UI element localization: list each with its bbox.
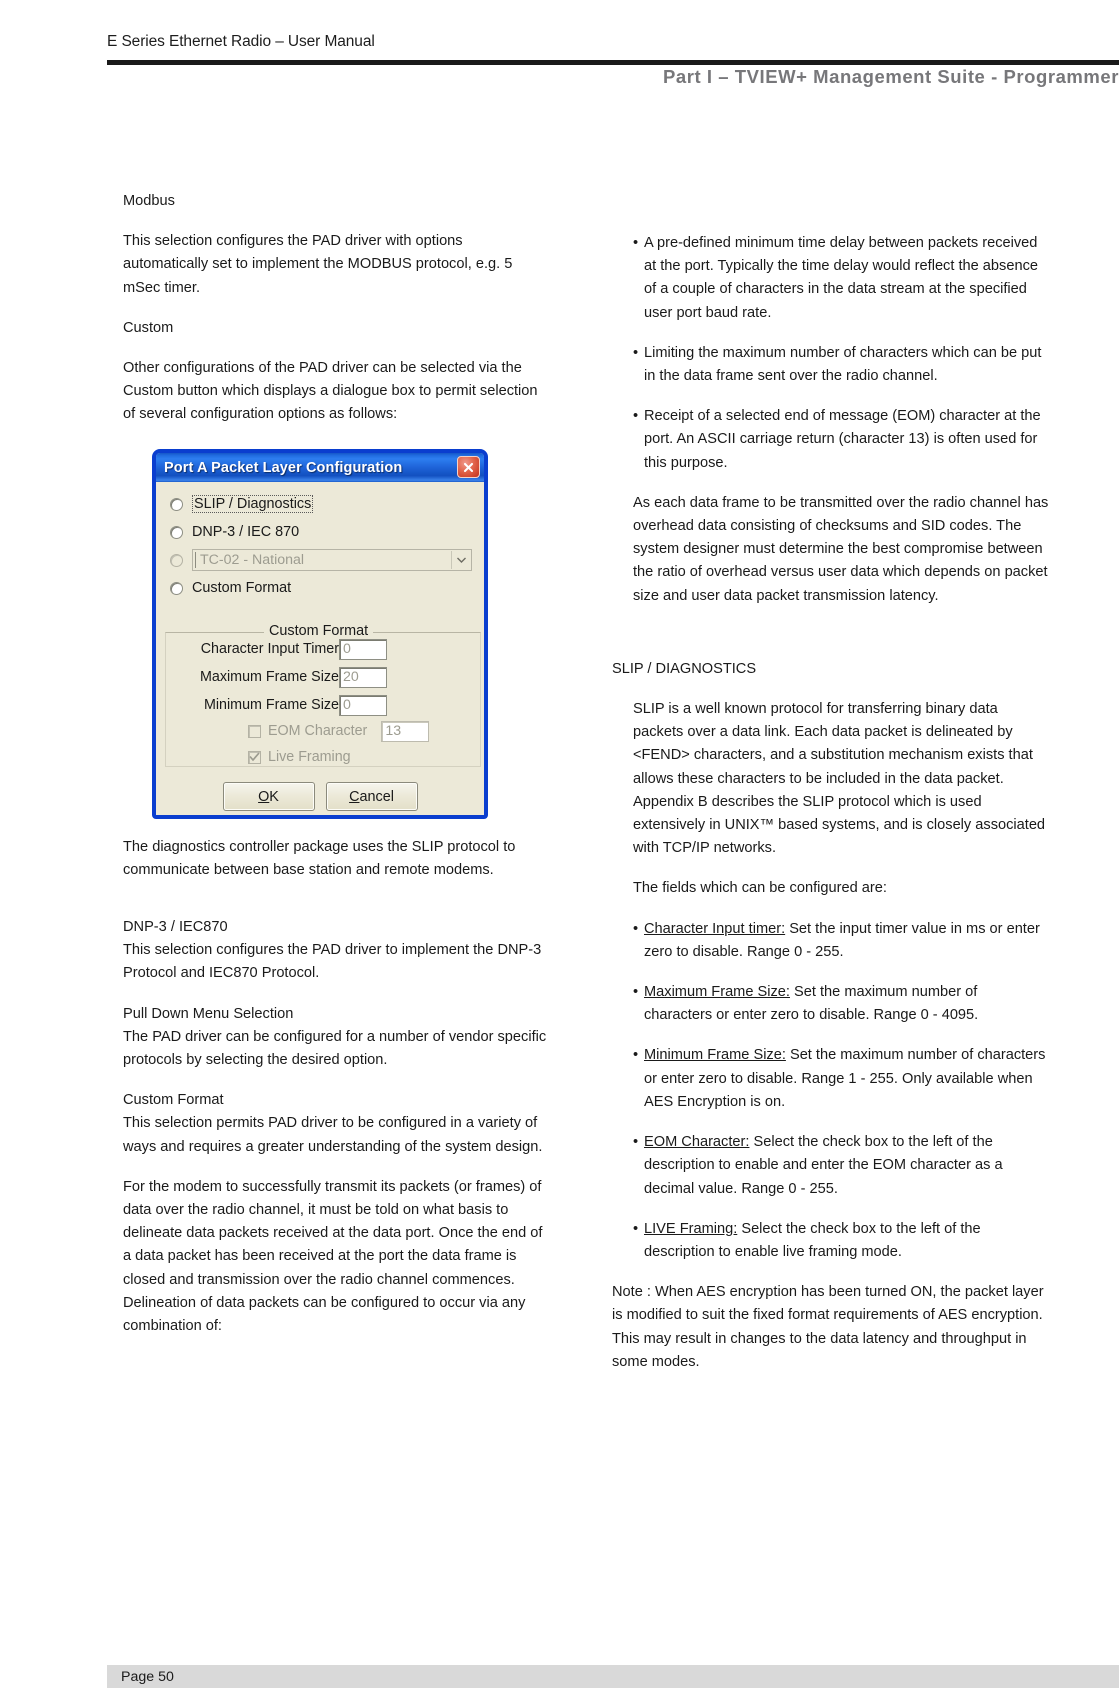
list-item: • Limiting the maximum number of charact…	[612, 342, 1049, 388]
eom-character-input[interactable]: 13	[381, 720, 430, 742]
minimum-frame-size-label: Minimum Frame Size	[203, 697, 339, 713]
bullet-icon: •	[633, 344, 639, 361]
field-term: Maximum Frame Size:	[644, 984, 790, 1001]
field-bullet: LIVE Framing: Select the check box to th…	[644, 1218, 1049, 1264]
maximum-frame-size-input[interactable]: 20	[339, 666, 387, 688]
list-item: • Minimum Frame Size: Set the maximum nu…	[612, 1044, 1049, 1114]
radio-option-custom-format[interactable]: Custom Format	[156, 574, 484, 602]
modem-paragraph: For the modem to successfully transmit i…	[123, 1178, 543, 1335]
ok-rest: K	[269, 788, 279, 805]
header-divider	[107, 60, 1119, 65]
field-bullet: Minimum Frame Size: Set the maximum numb…	[644, 1044, 1049, 1114]
maximum-frame-size-label: Maximum Frame Size	[199, 669, 339, 685]
right-column: • A pre-defined minimum time delay betwe…	[612, 232, 1049, 1391]
eom-character-row[interactable]: EOM Character 13	[166, 719, 480, 743]
field-term: Minimum Frame Size:	[644, 1047, 786, 1064]
text-caret	[195, 552, 196, 568]
radio-icon-vendor[interactable]	[170, 553, 183, 567]
live-framing-row[interactable]: Live Framing	[166, 745, 480, 769]
customformat-paragraph: This selection permits PAD driver to be …	[123, 1115, 543, 1155]
part-title: Part I – TVIEW+ Management Suite - Progr…	[662, 66, 1119, 87]
page-footer: Page 50	[107, 1665, 1119, 1688]
pulldown-heading: Pull Down Menu Selection	[123, 1005, 294, 1022]
radio-label-dnp3: DNP-3 / IEC 870	[192, 524, 300, 540]
dnp3-heading: DNP-3 / IEC870	[123, 919, 228, 936]
dialog-body: SLIP / Diagnostics DNP-3 / IEC 870 TC-02…	[156, 482, 484, 818]
fields-intro-paragraph: The fields which can be configured are:	[633, 880, 887, 897]
bullet-icon: •	[633, 1047, 639, 1064]
bullet-icon: •	[633, 1220, 639, 1237]
live-framing-checkbox[interactable]	[248, 750, 261, 764]
radio-option-slip-diagnostics[interactable]: SLIP / Diagnostics	[156, 490, 484, 518]
cancel-rest: ancel	[359, 788, 394, 805]
aes-note-paragraph: Note : When AES encryption has been turn…	[612, 1284, 1044, 1370]
cancel-accel: C	[349, 788, 360, 805]
list-item: • Receipt of a selected end of message (…	[612, 405, 1049, 475]
field-bullet: Character Input timer: Set the input tim…	[644, 918, 1049, 964]
field-term: LIVE Framing:	[644, 1220, 738, 1237]
list-item: • Character Input timer: Set the input t…	[612, 918, 1049, 964]
chevron-down-icon[interactable]	[451, 551, 470, 569]
bullet-icon: •	[633, 1134, 639, 1151]
eom-character-label: EOM Character	[268, 723, 368, 739]
list-item: • EOM Character: Select the check box to…	[612, 1131, 1049, 1201]
eom-character-checkbox[interactable]	[248, 724, 261, 738]
custom-format-groupbox: Custom Format Character Input Timer 0 Ma…	[165, 623, 481, 769]
modbus-paragraph: This selection configures the PAD driver…	[123, 233, 513, 296]
bullet-text: Receipt of a selected end of message (EO…	[644, 408, 1041, 471]
field-term: Character Input timer:	[644, 920, 786, 937]
radio-label-slip: SLIP / Diagnostics	[192, 495, 314, 513]
modbus-heading: Modbus	[123, 193, 175, 209]
bullet-text: Limiting the maximum number of character…	[644, 344, 1042, 385]
bullet-icon: •	[633, 408, 639, 425]
radio-icon-custom-format[interactable]	[170, 581, 183, 595]
radio-option-vendor-protocol[interactable]: TC-02 - National	[156, 546, 484, 574]
radio-label-custom-format: Custom Format	[192, 580, 292, 596]
custom-paragraph: Other configurations of the PAD driver c…	[123, 360, 538, 423]
close-icon[interactable]	[457, 456, 480, 478]
custom-heading: Custom	[123, 319, 174, 336]
pulldown-paragraph: The PAD driver can be configured for a n…	[123, 1028, 547, 1069]
port-a-packet-layer-configuration-dialog[interactable]: Port A Packet Layer Configuration SLIP /…	[153, 450, 487, 818]
slip-diagnostics-heading: SLIP / DIAGNOSTICS	[612, 660, 757, 677]
bullet-icon: •	[633, 920, 639, 937]
dialog-button-row: OK Cancel	[156, 782, 484, 811]
ok-button[interactable]: OK	[222, 782, 315, 811]
radio-icon-dnp3[interactable]	[170, 525, 183, 539]
dialog-titlebar[interactable]: Port A Packet Layer Configuration	[156, 453, 484, 482]
page-number: Page 50	[121, 1668, 174, 1685]
character-input-timer-input[interactable]: 0	[339, 638, 387, 660]
minimum-frame-size-input[interactable]: 0	[339, 694, 387, 716]
character-input-timer-row: Character Input Timer 0	[166, 637, 480, 661]
slip-paragraph: SLIP is a well known protocol for transf…	[633, 701, 1046, 857]
custom-format-group-legend: Custom Format	[264, 623, 374, 639]
radio-icon-slip[interactable]	[170, 497, 183, 511]
live-framing-label: Live Framing	[268, 749, 351, 765]
bullet-icon: •	[633, 984, 639, 1001]
dialog-title: Port A Packet Layer Configuration	[164, 459, 403, 476]
ok-accel: O	[258, 788, 270, 805]
minimum-frame-size-row: Minimum Frame Size 0	[166, 693, 480, 717]
page-header: E Series Ethernet Radio – User Manual Pa…	[0, 0, 1119, 100]
overhead-paragraph: As each data frame to be transmitted ove…	[633, 494, 1049, 604]
field-term: EOM Character:	[644, 1134, 750, 1151]
field-bullet: EOM Character: Select the check box to t…	[644, 1131, 1049, 1201]
cancel-button[interactable]: Cancel	[325, 782, 418, 811]
list-item: • Maximum Frame Size: Set the maximum nu…	[612, 981, 1049, 1027]
character-input-timer-label: Character Input Timer	[200, 641, 339, 657]
dnp3-paragraph: This selection configures the PAD driver…	[123, 942, 542, 982]
list-item: • LIVE Framing: Select the check box to …	[612, 1218, 1049, 1264]
customformat-heading: Custom Format	[123, 1092, 224, 1109]
maximum-frame-size-row: Maximum Frame Size 20	[166, 665, 480, 689]
vendor-protocol-value: TC-02 - National	[200, 552, 305, 568]
vendor-protocol-select[interactable]: TC-02 - National	[192, 549, 472, 571]
list-item: • A pre-defined minimum time delay betwe…	[612, 232, 1049, 325]
manual-title: E Series Ethernet Radio – User Manual	[107, 33, 375, 50]
bullet-icon: •	[633, 235, 639, 251]
field-bullet: Maximum Frame Size: Set the maximum numb…	[644, 981, 1049, 1027]
bullet-text: A pre-defined minimum time delay between…	[644, 235, 1038, 321]
radio-option-dnp3-iec870[interactable]: DNP-3 / IEC 870	[156, 518, 484, 546]
diagnostics-paragraph: The diagnostics controller package uses …	[123, 838, 516, 878]
